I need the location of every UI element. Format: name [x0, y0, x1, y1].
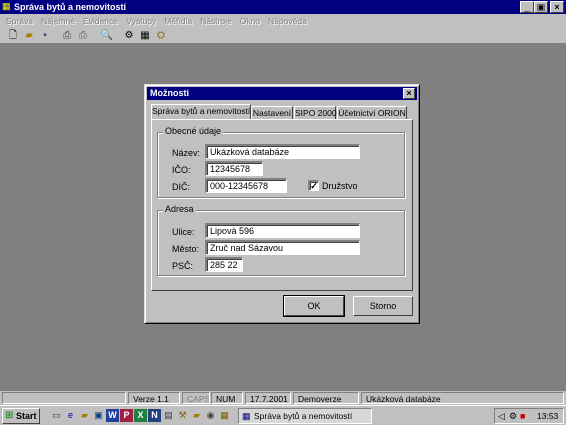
close-button[interactable]: × [550, 1, 564, 13]
app-n-icon[interactable]: N [148, 409, 161, 422]
tray-tool-icon[interactable]: ⚙ [509, 410, 517, 422]
status-version: Verze 1.1 [128, 392, 180, 404]
status-database: Ukázková databáze [361, 392, 564, 404]
menu-item-2[interactable]: Evidence [79, 14, 122, 28]
start-label: Start [16, 411, 37, 421]
cooperative-label: Družstvo [322, 181, 358, 191]
volume-icon[interactable]: ◁ [498, 410, 505, 422]
tray-app-icon[interactable]: ■ [520, 410, 525, 422]
tab-sipo[interactable]: SIPO 2000 [294, 106, 337, 119]
desktop-icon[interactable]: ▭ [50, 409, 63, 422]
city-label: Město: [172, 244, 200, 254]
print-icon[interactable]: ⎙ [76, 29, 90, 43]
street-field[interactable]: Lipová 596 [205, 223, 360, 238]
dialog-close-button[interactable]: × [403, 88, 415, 99]
zip-label: PSČ: [172, 261, 194, 271]
explorer-icon[interactable]: ▰ [78, 409, 91, 422]
menu-item-1[interactable]: Nájemné [37, 14, 79, 28]
table-icon[interactable]: ▦ [138, 29, 152, 43]
city-field[interactable]: Zruč nad Sázavou [205, 240, 360, 255]
menu-item-0[interactable]: Správa [2, 14, 37, 28]
windows-logo-icon: ⊞ [5, 410, 14, 421]
excel-icon[interactable]: X [134, 409, 147, 422]
menu-item-6[interactable]: Okno [236, 14, 264, 28]
ok-button[interactable]: OK [283, 295, 345, 317]
app-title: Správa bytů a nemovitostí [14, 2, 127, 12]
tab-panel: Obecné údaje Název: Ukázková databáze IČ… [151, 119, 413, 291]
tab-general[interactable]: Správa bytů a nemovitostí [151, 104, 251, 119]
minimize-button[interactable]: _ [520, 1, 534, 13]
status-empty [2, 392, 126, 404]
options-dialog: Možnosti × Správa bytů a nemovitostí Nas… [144, 84, 420, 324]
ico-field[interactable]: 12345678 [205, 161, 263, 176]
dialog-title: Možnosti [150, 88, 189, 98]
app-s-icon[interactable]: ▦ [218, 409, 231, 422]
settings-icon[interactable]: ⚙ [122, 29, 136, 43]
statusbar: Verze 1.1 CAPS NUM 17.7.2001 Demoverze U… [0, 391, 566, 405]
save-icon[interactable]: ▪ [38, 29, 52, 43]
app-p-icon[interactable]: P [120, 409, 133, 422]
task-label: Správa bytů a nemovitostí [254, 411, 353, 421]
find-icon[interactable]: 🔍 [100, 29, 114, 43]
open-folder-icon[interactable]: ▰ [22, 29, 36, 43]
monitor-icon[interactable]: ▣ [92, 409, 105, 422]
word-icon[interactable]: W [106, 409, 119, 422]
dic-label: DIČ: [172, 182, 190, 192]
new-file-icon[interactable]: 🗋 [6, 29, 20, 43]
menu-item-4[interactable]: Měřidla [160, 14, 196, 28]
zip-field[interactable]: 285 22 [205, 257, 243, 272]
menu-item-3[interactable]: Výstupy [122, 14, 160, 28]
folder-icon[interactable]: ▰ [190, 409, 203, 422]
menu-item-7[interactable]: Nápověda [264, 14, 311, 28]
system-tray: ◁ ⚙ ■ 13:53 [494, 408, 564, 424]
app-titlebar: ▦ Správa bytů a nemovitostí _ ▣ × [0, 0, 566, 14]
camera-icon[interactable]: ◉ [204, 409, 217, 422]
browser-icon[interactable]: e [64, 409, 77, 422]
dialog-titlebar: Možnosti × [147, 87, 417, 100]
name-label: Název: [172, 148, 201, 158]
tools-icon[interactable]: ⛭ [154, 29, 168, 43]
dic-field[interactable]: 000-12345678 [205, 178, 287, 193]
task-app-icon: ▦ [242, 411, 251, 421]
ico-label: IČO: [172, 165, 191, 175]
name-field[interactable]: Ukázková databáze [205, 144, 360, 159]
cooperative-checkbox[interactable]: ✓ [308, 180, 319, 191]
toolbar: 🗋 ▰ ▪ ⎙ ⎙ 🔍 ⚙ ▦ ⛭ [0, 28, 566, 44]
restore-button[interactable]: ▣ [534, 1, 548, 13]
tab-orion[interactable]: Účetnictví ORION [337, 106, 407, 119]
tool-icon[interactable]: ⚒ [176, 409, 189, 422]
cancel-button[interactable]: Storno [353, 296, 413, 316]
street-label: Ulice: [172, 227, 195, 237]
menubar: Správa Nájemné Evidence Výstupy Měřidla Nástr… [0, 14, 566, 28]
status-num: NUM [211, 392, 243, 404]
app-icon: ▦ [2, 1, 11, 11]
menu-item-5[interactable]: Nástroje [196, 14, 236, 28]
general-group-label: Obecné údaje [163, 126, 224, 137]
address-group-label: Adresa [163, 204, 196, 215]
network-icon[interactable]: ▤ [162, 409, 175, 422]
tab-settings[interactable]: Nastavení [251, 106, 293, 119]
status-caps: CAPS [182, 392, 210, 404]
status-mode: Demoverze [293, 392, 359, 404]
clock: 13:53 [537, 411, 559, 421]
taskbar: ⊞ Start ▭ e ▰ ▣ W P X N ▤ ⚒ ▰ ◉ ▦ ▦ Sprá… [0, 405, 566, 425]
task-button[interactable]: ▦ Správa bytů a nemovitostí [238, 408, 372, 424]
print-preview-icon[interactable]: ⎙ [60, 29, 74, 43]
status-date: 17.7.2001 [245, 392, 291, 404]
start-button[interactable]: ⊞ Start [2, 408, 40, 424]
